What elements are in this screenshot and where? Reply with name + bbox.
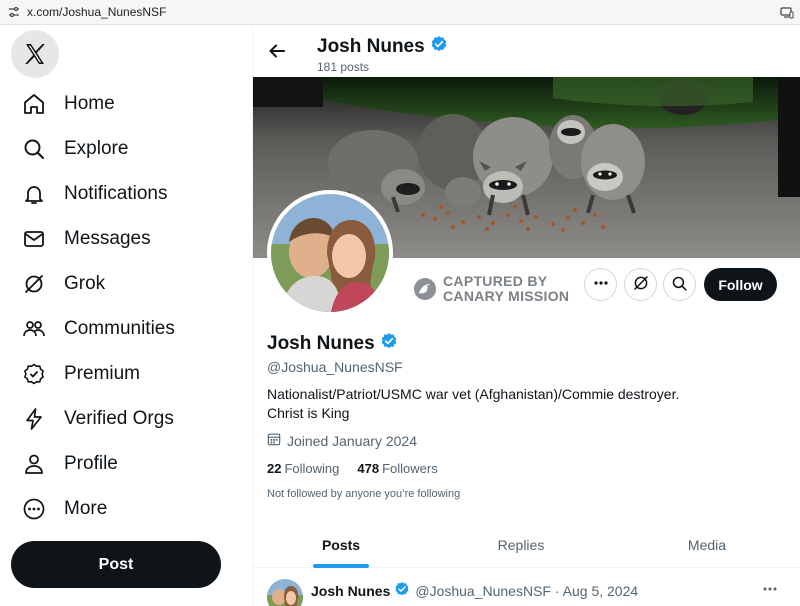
grok-icon <box>14 264 54 304</box>
grok-button[interactable] <box>624 268 657 301</box>
canary-logo-icon <box>413 277 437 301</box>
nav-item-grok[interactable]: Grok <box>14 264 105 304</box>
search-profile-button[interactable] <box>663 268 696 301</box>
header-name: Josh Nunes <box>317 35 448 59</box>
nav-label: Notifications <box>64 183 168 204</box>
follow-button[interactable]: Follow <box>704 268 777 301</box>
search-icon <box>14 129 54 169</box>
post-avatar[interactable] <box>267 579 303 606</box>
capture-line1: CAPTURED BY <box>443 273 548 289</box>
nav-item-messages[interactable]: Messages <box>14 219 151 259</box>
calendar-icon <box>267 432 281 449</box>
post-count: 181 posts <box>317 60 370 74</box>
following-link[interactable]: 22 Following <box>267 461 339 476</box>
profile-tabs: Posts Replies Media <box>253 522 800 568</box>
nav-item-profile[interactable]: Profile <box>14 444 118 484</box>
canary-mission-label: CAPTURED BY CANARY MISSION <box>413 274 569 304</box>
tab-label: Media <box>687 537 727 553</box>
post-author-name[interactable]: Josh Nunes <box>311 583 390 599</box>
profile-bio: Nationalist/Patriot/USMC war vet (Afghan… <box>267 385 767 423</box>
nav-label: Verified Orgs <box>64 408 174 429</box>
followers-link[interactable]: 478 Followers <box>357 461 437 476</box>
capture-line2: CANARY MISSION <box>443 288 570 304</box>
people-icon <box>14 309 54 349</box>
nav-label: More <box>64 498 108 519</box>
post-button[interactable]: Post <box>11 541 221 588</box>
joined-date: Joined January 2024 <box>267 432 417 449</box>
grok-icon <box>632 274 650 295</box>
nav-item-more[interactable]: More <box>14 489 107 529</box>
tab-label: Replies <box>497 537 545 553</box>
tab-replies[interactable]: Replies <box>429 522 613 568</box>
device-icon[interactable] <box>780 6 794 19</box>
followers-label: Followers <box>382 461 438 476</box>
home-icon <box>14 84 54 124</box>
following-count: 22 <box>267 461 282 476</box>
bio-line: Christ is King <box>267 405 350 421</box>
envelope-icon <box>14 219 54 259</box>
post-item[interactable]: Josh Nunes @Joshua_NunesNSF · Aug 5, 202… <box>253 568 800 606</box>
nav-item-premium[interactable]: Premium <box>14 354 140 394</box>
bell-icon <box>14 174 54 214</box>
site-settings-icon[interactable] <box>7 5 21 19</box>
nav-label: Premium <box>64 363 141 384</box>
more-circle-icon <box>14 489 54 529</box>
search-icon <box>671 275 688 295</box>
nav-label: Grok <box>64 273 106 294</box>
profile-main: Josh Nunes 181 posts CAPTURED BY CANARY … <box>252 25 800 606</box>
post-more-icon[interactable] <box>758 579 782 599</box>
profile-header-bar: Josh Nunes 181 posts <box>253 25 800 77</box>
profile-name-text: Josh Nunes <box>267 333 375 354</box>
person-icon <box>14 444 54 484</box>
verified-badge-icon <box>430 35 448 59</box>
profile-handle: @Joshua_NunesNSF <box>267 359 403 375</box>
bio-line: Nationalist/Patriot/USMC war vet (Afghan… <box>267 386 680 402</box>
nav-item-home[interactable]: Home <box>14 84 115 124</box>
following-label: Following <box>284 461 340 476</box>
url-text[interactable]: x.com/Joshua_NunesNSF <box>27 5 166 19</box>
tab-posts[interactable]: Posts <box>253 522 429 568</box>
more-options-button[interactable] <box>584 268 617 301</box>
follow-stats: 22 Following 478 Followers <box>267 461 456 476</box>
profile-name: Josh Nunes <box>267 332 398 356</box>
profile-avatar[interactable] <box>267 190 393 316</box>
nav-label: Communities <box>64 318 175 339</box>
nav-item-notifications[interactable]: Notifications <box>14 174 168 214</box>
browser-address-bar: x.com/Joshua_NunesNSF <box>0 0 800 25</box>
nav-item-communities[interactable]: Communities <box>14 309 175 349</box>
nav-item-explore[interactable]: Explore <box>14 129 128 169</box>
premium-badge-icon <box>14 354 54 394</box>
nav-label: Explore <box>64 138 129 159</box>
back-arrow-icon[interactable] <box>263 37 291 65</box>
tab-media[interactable]: Media <box>613 522 800 568</box>
nav-label: Home <box>64 93 115 114</box>
header-name-text: Josh Nunes <box>317 36 425 57</box>
x-logo-icon[interactable] <box>11 30 59 78</box>
nav-label: Messages <box>64 228 151 249</box>
post-header: Josh Nunes @Joshua_NunesNSF · Aug 5, 202… <box>311 581 638 600</box>
nav-item-verified-orgs[interactable]: Verified Orgs <box>14 399 174 439</box>
more-dots-icon <box>593 275 609 294</box>
verified-badge-icon[interactable] <box>380 332 398 356</box>
left-nav: Home Explore Notifications Messages Grok… <box>0 25 252 606</box>
tab-label: Posts <box>321 537 361 553</box>
nav-label: Profile <box>64 453 118 474</box>
verified-badge-icon <box>394 581 410 600</box>
followers-count: 478 <box>357 461 380 476</box>
joined-text: Joined January 2024 <box>287 432 417 449</box>
lightning-icon <box>14 399 54 439</box>
not-followed-notice: Not followed by anyone you’re following <box>267 488 461 500</box>
post-meta: @Joshua_NunesNSF · Aug 5, 2024 <box>415 582 639 599</box>
